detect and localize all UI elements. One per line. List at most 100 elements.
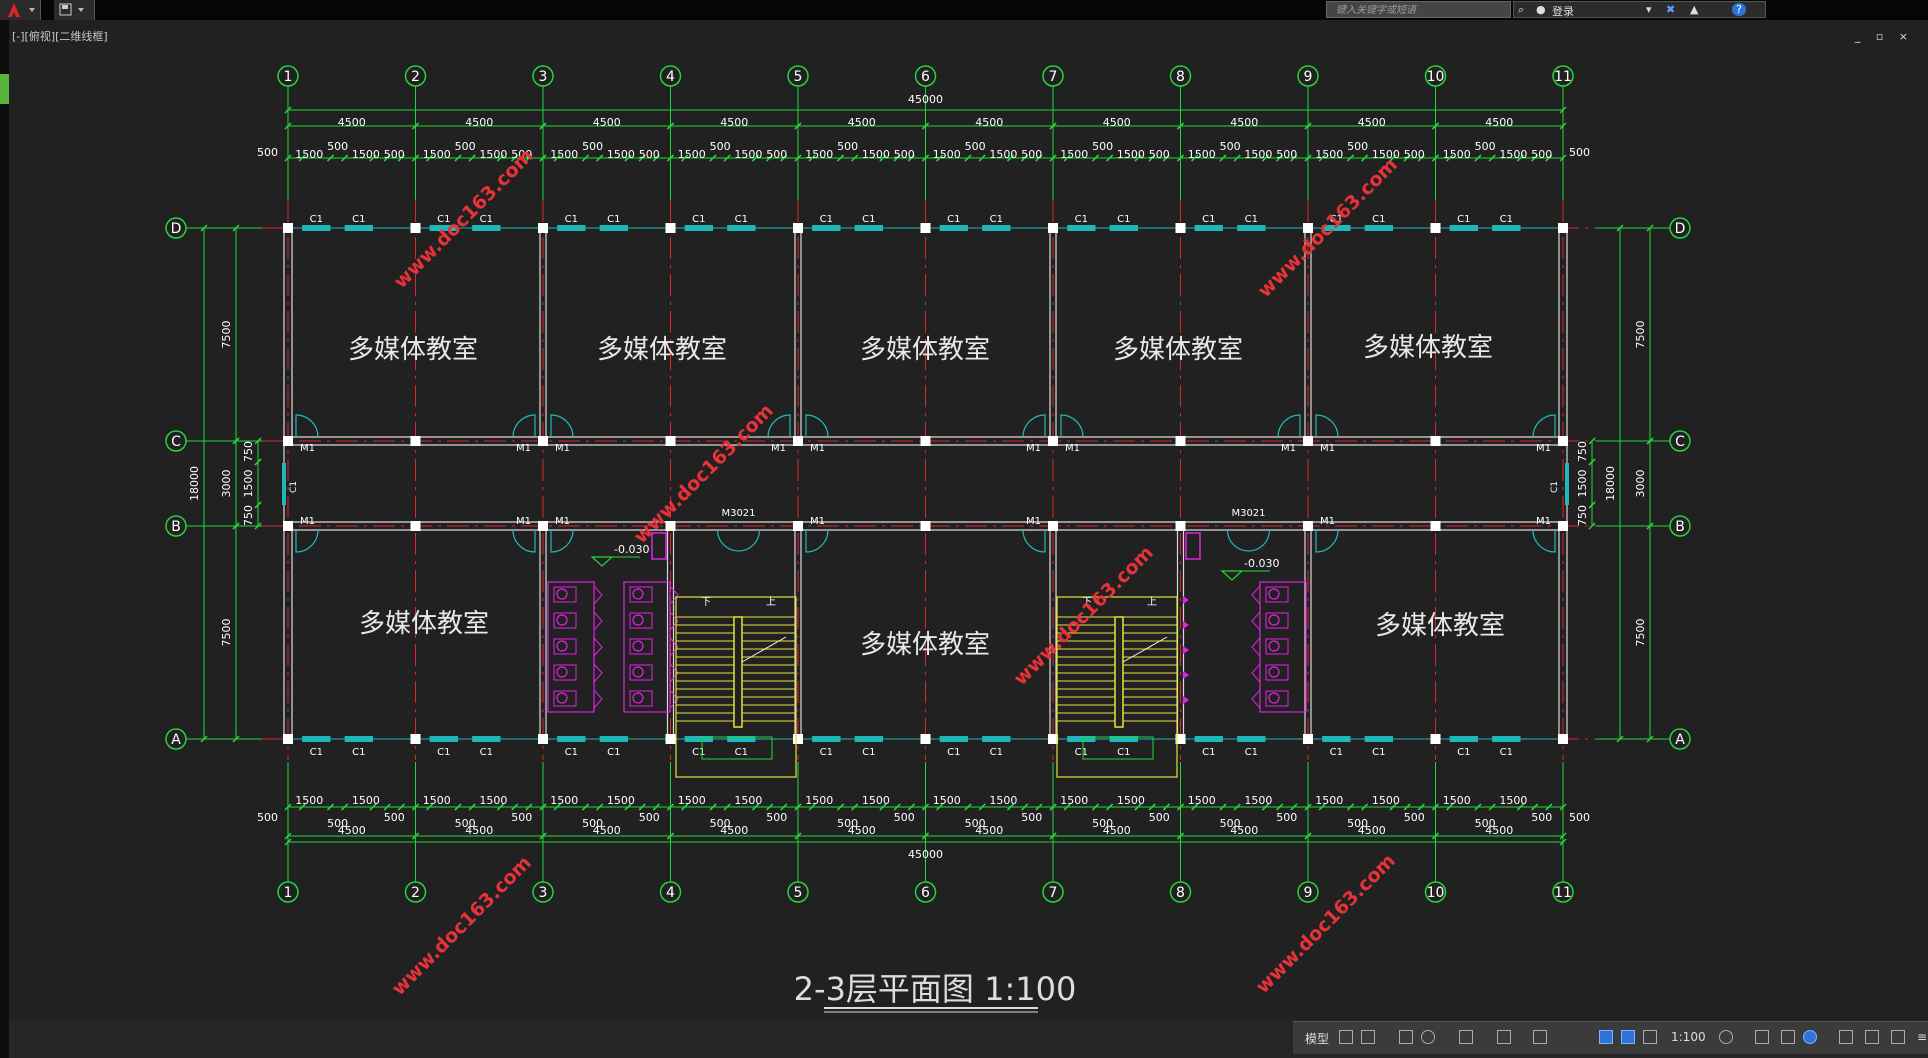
grid-display-icon[interactable] — [1339, 1030, 1353, 1044]
dimension-text: 4500 — [1485, 824, 1513, 837]
ortho-mode-icon[interactable] — [1399, 1030, 1413, 1044]
axis-number: 1 — [284, 69, 293, 85]
dimension-text: 1500 — [1443, 794, 1471, 807]
door-label: M1 — [555, 516, 570, 527]
dimension-text: 500 — [257, 811, 278, 824]
dimension-text: 1500 — [933, 794, 961, 807]
dimension-text: 500 — [894, 148, 915, 161]
dimension-text: 45000 — [908, 848, 943, 861]
column — [410, 521, 421, 531]
dimension-text: 4500 — [593, 824, 621, 837]
dimension-text: 4500 — [1103, 824, 1131, 837]
column — [283, 521, 293, 531]
dimension-text: 1500 — [423, 794, 451, 807]
annotation-scale-icon[interactable] — [1643, 1030, 1657, 1044]
column — [920, 521, 931, 531]
snap-mode-icon[interactable] — [1361, 1030, 1375, 1044]
dimension-text: 500 — [710, 140, 731, 153]
elevation-marker — [1220, 570, 1244, 581]
dimension-text: 1500 — [1117, 148, 1145, 161]
dimension-text: 7500 — [220, 321, 233, 349]
axis-number: 1 — [284, 885, 293, 901]
column — [1430, 734, 1441, 744]
door-swing — [1315, 414, 1339, 438]
door-label: M1 — [300, 443, 315, 454]
dimension-text: 4500 — [975, 824, 1003, 837]
toilet-fixture — [556, 588, 568, 600]
viewport-window-controls[interactable]: _ ▫ × — [1855, 30, 1914, 43]
annotation-icon[interactable] — [1533, 1030, 1547, 1044]
model-space-button[interactable]: 模型 — [1305, 1030, 1329, 1047]
column — [1303, 521, 1313, 531]
elevation-text: -0.030 — [1244, 557, 1279, 570]
axis-letter: B — [1675, 519, 1685, 535]
annotation-visibility-icon[interactable] — [1599, 1030, 1613, 1044]
window-label: C1 — [1245, 214, 1258, 225]
dimension-text: 7500 — [220, 619, 233, 647]
column — [1175, 521, 1186, 531]
plus-icon[interactable] — [1755, 1030, 1769, 1044]
window-label: C1 — [565, 747, 578, 758]
column — [410, 734, 421, 744]
window-label: C1 — [735, 214, 748, 225]
dimension-text: 4500 — [1485, 116, 1513, 129]
dimension-text: 500 — [1531, 148, 1552, 161]
axis-number: 4 — [666, 69, 675, 85]
room-label: 多媒体教室 — [1363, 333, 1493, 363]
dimension-text: 500 — [639, 148, 660, 161]
mop-sink — [1185, 532, 1201, 560]
toilet-fixture — [556, 666, 568, 678]
isolate-objects-icon[interactable] — [1781, 1030, 1795, 1044]
status-bar: 模型 1:100 ≡ — [9, 1020, 1928, 1058]
workspace-icon[interactable] — [1865, 1030, 1879, 1044]
column — [1175, 223, 1186, 233]
fixture-triangle — [1183, 596, 1189, 604]
window-label: C1 — [1500, 747, 1513, 758]
column — [1175, 436, 1186, 446]
door-label: M1 — [516, 516, 531, 527]
object-snap-icon[interactable] — [1459, 1030, 1473, 1044]
dimension-text: 500 — [1021, 811, 1042, 824]
window-label: C1 — [947, 747, 960, 758]
snap-tracking-icon[interactable] — [1497, 1030, 1511, 1044]
axis-number: 7 — [1049, 69, 1058, 85]
axis-number: 9 — [1304, 69, 1313, 85]
viewport-controls-label[interactable]: [-][俯视][二维线框] — [12, 28, 108, 44]
dimension-text: 500 — [1276, 811, 1297, 824]
dimension-text: 1500 — [479, 794, 507, 807]
dimension-text: 18000 — [188, 466, 201, 501]
window-label: C1 — [1202, 747, 1215, 758]
auto-scale-icon[interactable] — [1621, 1030, 1635, 1044]
hardware-acceleration-icon[interactable] — [1803, 1030, 1817, 1044]
drawing-canvas[interactable]: 11223344556677889910101111D DC CB BA A450004… — [0, 0, 1928, 1058]
gear-icon[interactable] — [1719, 1030, 1733, 1044]
annotation-scale-selector[interactable]: 1:100 — [1671, 1030, 1706, 1044]
window-label: C1 — [1075, 747, 1088, 758]
dimension-text: 500 — [965, 140, 986, 153]
column — [410, 223, 421, 233]
column — [793, 521, 803, 531]
door-label: M1 — [1536, 516, 1551, 527]
fullscreen-icon[interactable] — [1891, 1030, 1905, 1044]
dimension-text: 500 — [639, 811, 660, 824]
axis-letter: D — [1675, 221, 1686, 237]
dimension-text: 3000 — [1634, 470, 1647, 498]
column — [283, 734, 293, 744]
dimension-text: 500 — [257, 146, 278, 159]
door-label: M1 — [1320, 443, 1335, 454]
axis-number: 8 — [1176, 69, 1185, 85]
door-swing — [295, 529, 319, 553]
dimension-text: 1500 — [862, 794, 890, 807]
dimension-text: 1500 — [805, 794, 833, 807]
dimension-text: 500 — [1021, 148, 1042, 161]
clean-screen-icon[interactable] — [1839, 1030, 1853, 1044]
polar-tracking-icon[interactable] — [1421, 1030, 1435, 1044]
dimension-text: 1500 — [678, 794, 706, 807]
dimension-text: 750 — [242, 505, 255, 526]
column — [920, 223, 931, 233]
dimension-text: 1500 — [479, 148, 507, 161]
watermark-text: www.doc163.com — [388, 852, 536, 1000]
axis-number: 5 — [794, 885, 803, 901]
axis-number: 10 — [1427, 69, 1445, 85]
customization-menu-icon[interactable]: ≡ — [1917, 1030, 1927, 1044]
